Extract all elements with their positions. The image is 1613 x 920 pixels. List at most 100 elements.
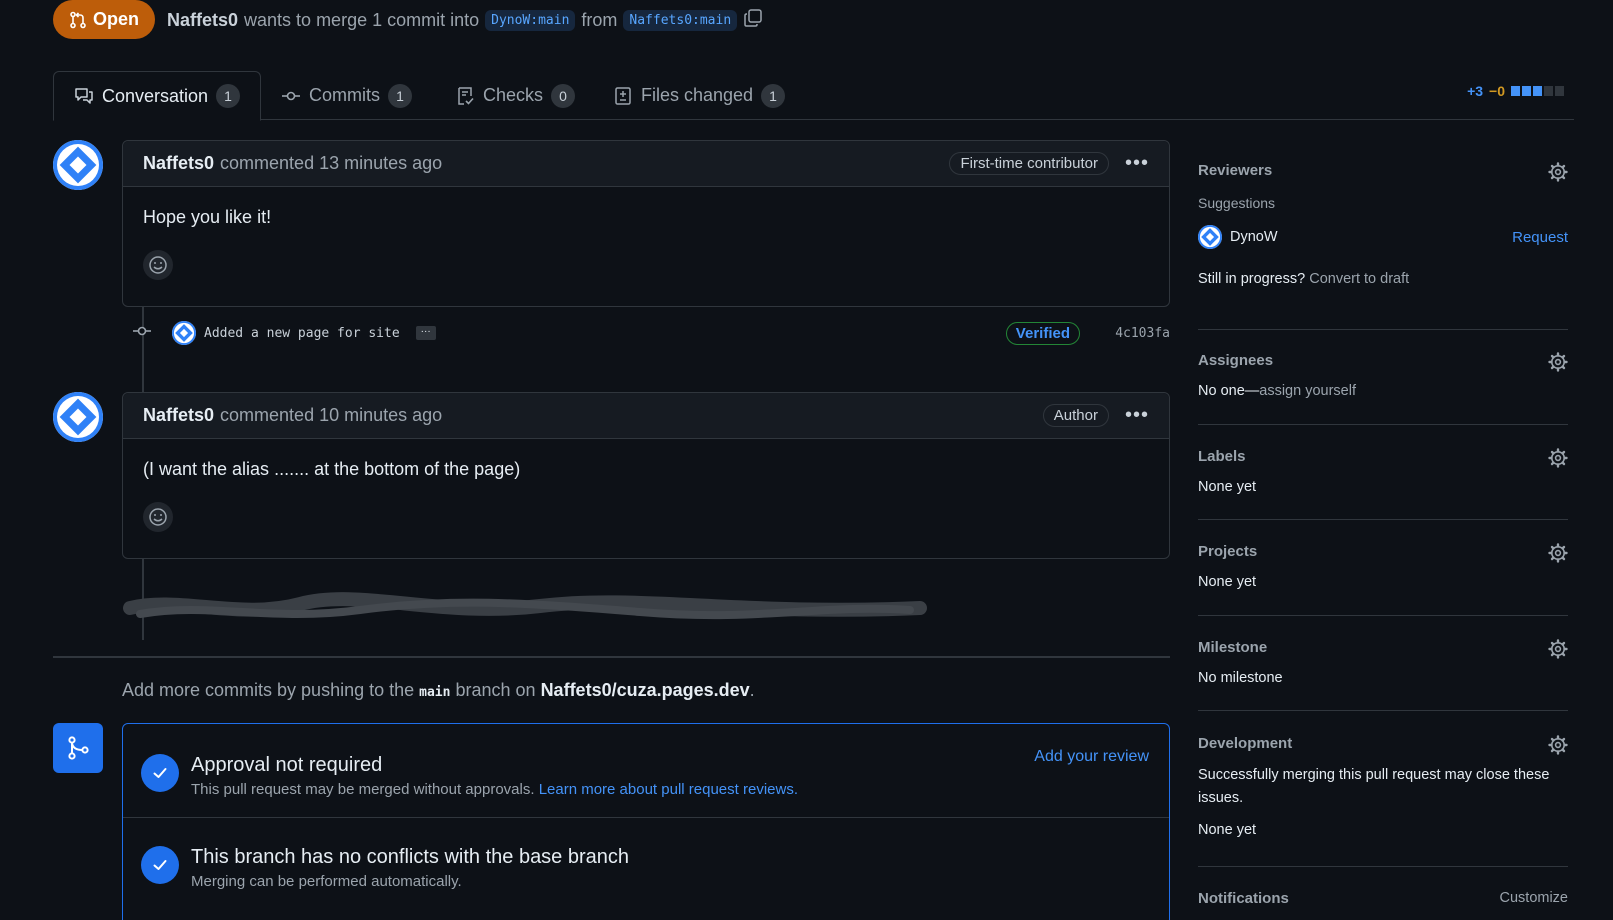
- sidebar-divider: [1198, 615, 1568, 616]
- kebab-horizontal-icon[interactable]: •••: [1125, 152, 1149, 175]
- tab-files-changed[interactable]: Files changed 1: [593, 71, 805, 120]
- sidebar-divider: [1198, 710, 1568, 711]
- base-branch-chip[interactable]: DynoW:main: [485, 10, 576, 31]
- request-review-button[interactable]: Request: [1512, 229, 1568, 246]
- sidebar-milestone: Milestone No milestone: [1198, 639, 1568, 686]
- check-circle-icon: [141, 846, 179, 884]
- reviewers-title[interactable]: Reviewers: [1198, 162, 1568, 179]
- assignees-title[interactable]: Assignees: [1198, 352, 1568, 369]
- labels-title[interactable]: Labels: [1198, 448, 1568, 465]
- customize-notifications-link[interactable]: Customize: [1500, 890, 1569, 906]
- tab-commits-count: 1: [388, 83, 412, 108]
- push-hint-branch: main: [419, 685, 451, 700]
- tab-files-changed-label: Files changed: [641, 85, 754, 105]
- sidebar-reviewers: Reviewers Suggestions DynoW Request Stil…: [1198, 162, 1568, 287]
- approval-subtitle: This pull request may be merged without …: [191, 781, 1169, 798]
- diffstat-deletions: −0: [1489, 83, 1505, 99]
- redacted-event: [123, 592, 927, 620]
- push-hint-suffix: .: [749, 680, 755, 700]
- expand-commit-button[interactable]: ···: [415, 326, 436, 340]
- gear-icon[interactable]: [1548, 543, 1568, 563]
- development-desc: Successfully merging this pull request m…: [1198, 767, 1550, 806]
- comment-author[interactable]: Naffets0: [143, 405, 214, 426]
- tab-checks-label: Checks: [483, 85, 544, 105]
- avatar[interactable]: [53, 140, 103, 190]
- comment-meta[interactable]: commented 10 minutes ago: [220, 405, 442, 426]
- comment-header: Naffets0 commented 13 minutes ago First-…: [123, 141, 1169, 187]
- comment-author[interactable]: Naffets0: [143, 153, 214, 174]
- tab-files-changed-count: 1: [761, 83, 786, 108]
- checklist-icon: [458, 86, 474, 105]
- file-diff-icon: [615, 86, 631, 105]
- git-merge-icon: [53, 723, 103, 773]
- comment-meta[interactable]: commented 13 minutes ago: [220, 153, 442, 174]
- copy-icon[interactable]: [743, 8, 763, 33]
- approval-section: Approval not required This pull request …: [123, 754, 1169, 798]
- smiley-icon[interactable]: [143, 502, 173, 532]
- avatar[interactable]: [172, 321, 196, 345]
- sidebar-divider: [1198, 424, 1568, 425]
- merge-box: Approval not required This pull request …: [122, 723, 1170, 920]
- pull-request-icon: [70, 11, 86, 28]
- convert-to-draft-link[interactable]: Convert to draft: [1309, 271, 1409, 287]
- head-branch-chip[interactable]: Naffets0:main: [623, 10, 738, 31]
- pr-state-badge: Open: [53, 0, 155, 39]
- contributor-badge: First-time contributor: [949, 152, 1109, 175]
- development-title[interactable]: Development: [1198, 735, 1568, 752]
- verified-badge[interactable]: Verified: [1005, 321, 1080, 345]
- sidebar-labels: Labels None yet: [1198, 448, 1568, 495]
- conflicts-subtitle: Merging can be performed automatically.: [191, 873, 462, 890]
- suggestions-label: Suggestions: [1198, 195, 1276, 211]
- conflicts-title: This branch has no conflicts with the ba…: [191, 846, 630, 868]
- pr-merge-text: wants to merge 1 commit into: [244, 10, 480, 30]
- tab-commits-label: Commits: [309, 85, 380, 105]
- pr-tabs: Conversation 1 Commits 1 Checks 0 Files …: [53, 71, 1574, 121]
- commit-row: Added a new page for site ··· Verified 4…: [132, 318, 1172, 348]
- tab-conversation[interactable]: Conversation 1: [53, 71, 262, 121]
- tab-checks[interactable]: Checks 0: [435, 71, 595, 120]
- sidebar-development: Development Successfully merging this pu…: [1198, 735, 1568, 838]
- tab-commits[interactable]: Commits 1: [261, 71, 432, 120]
- assignees-prefix: No one—: [1198, 383, 1260, 399]
- labels-value: None yet: [1198, 479, 1257, 495]
- commit-icon: [282, 91, 300, 100]
- merge-separator: [123, 817, 1169, 818]
- assignees-value: No one—assign yourself: [1198, 383, 1568, 399]
- push-hint-prefix: Add more commits by pushing to the: [122, 680, 415, 700]
- add-review-link[interactable]: Add your review: [1034, 748, 1149, 766]
- commit-icon: [132, 321, 152, 345]
- avatar[interactable]: [53, 392, 103, 442]
- assign-yourself-link[interactable]: assign yourself: [1259, 383, 1356, 399]
- conflicts-section: This branch has no conflicts with the ba…: [123, 846, 1169, 890]
- kebab-horizontal-icon[interactable]: •••: [1125, 404, 1149, 427]
- gear-icon[interactable]: [1548, 448, 1568, 468]
- push-hint-repo[interactable]: Naffets0/cuza.pages.dev: [541, 680, 750, 700]
- pr-from-text: from: [581, 10, 618, 30]
- gear-icon[interactable]: [1548, 639, 1568, 659]
- suggested-reviewer-name[interactable]: DynoW: [1230, 229, 1278, 245]
- comment-discussion-icon: [75, 88, 93, 104]
- commit-sha[interactable]: 4c103fa: [1115, 326, 1170, 341]
- diffstat: +3 −0: [1467, 83, 1564, 99]
- author-badge: Author: [1042, 404, 1109, 427]
- push-hint-middle: branch on: [455, 680, 536, 700]
- milestone-title[interactable]: Milestone: [1198, 639, 1568, 656]
- gear-icon[interactable]: [1548, 352, 1568, 372]
- pr-summary: Naffets0 wants to merge 1 commit into Dy…: [167, 8, 763, 33]
- tab-checks-count: 0: [551, 83, 576, 108]
- diffstat-blocks: [1511, 86, 1564, 96]
- commit-message[interactable]: Added a new page for site: [204, 326, 400, 341]
- approval-title: Approval not required: [191, 754, 383, 776]
- check-circle-icon: [141, 754, 179, 792]
- sidebar-assignees: Assignees No one—assign yourself: [1198, 352, 1568, 399]
- gear-icon[interactable]: [1548, 162, 1568, 182]
- smiley-icon[interactable]: [143, 250, 173, 280]
- gear-icon[interactable]: [1548, 735, 1568, 755]
- avatar[interactable]: [1198, 225, 1222, 249]
- projects-title[interactable]: Projects: [1198, 543, 1568, 560]
- timeline-divider: [53, 656, 1170, 658]
- approval-sub-text: This pull request may be merged without …: [191, 781, 535, 798]
- pr-author-link[interactable]: Naffets0: [167, 10, 238, 31]
- sidebar-projects: Projects None yet: [1198, 543, 1568, 590]
- learn-more-link[interactable]: Learn more about pull request reviews.: [539, 781, 798, 798]
